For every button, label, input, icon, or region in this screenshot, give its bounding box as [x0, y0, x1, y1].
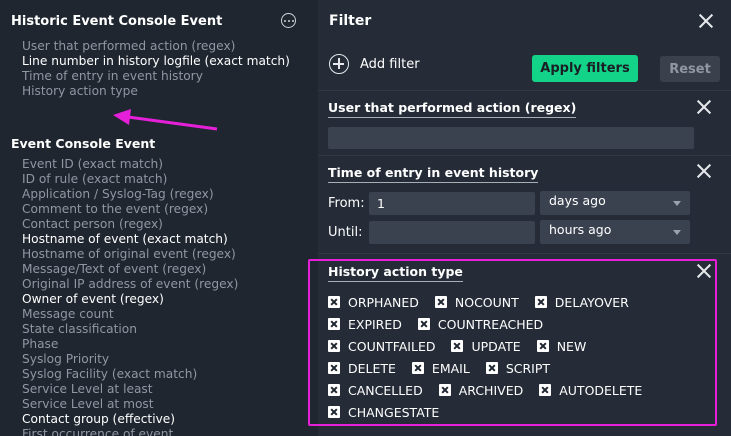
from-value-input[interactable]: 1	[369, 192, 535, 215]
filter-option[interactable]: State classification	[11, 322, 292, 337]
panel-title: Filter	[329, 13, 372, 29]
add-filter-button[interactable]: Add filter	[329, 54, 420, 74]
plus-icon	[329, 54, 349, 74]
chevron-down-icon	[673, 201, 681, 206]
divider	[318, 90, 731, 91]
remove-time-filter-icon[interactable]	[697, 164, 711, 178]
filter-option[interactable]: Message/Text of event (regex)	[11, 262, 292, 277]
divider	[318, 253, 731, 254]
event-group-title: Event Console Event	[11, 136, 156, 151]
filter-option[interactable]: Owner of event (regex)	[11, 292, 292, 307]
filter-option[interactable]: Message count	[11, 307, 292, 322]
filter-option[interactable]: Event ID (exact match)	[11, 157, 292, 172]
until-unit-value: hours ago	[549, 222, 612, 237]
filter-option[interactable]: History action type	[11, 84, 292, 99]
remove-user-filter-icon[interactable]	[697, 100, 711, 114]
until-value-input[interactable]	[369, 221, 535, 244]
filter-option[interactable]: ID of rule (exact match)	[11, 172, 292, 187]
filter-option[interactable]: Original IP address of event (regex)	[11, 277, 292, 292]
from-unit-value: days ago	[549, 193, 606, 208]
filter-option[interactable]: Hostname of event (exact match)	[11, 232, 292, 247]
add-filter-label: Add filter	[360, 56, 420, 72]
event-options-group: Event Console Event Event ID (exact matc…	[11, 136, 292, 436]
filter-option[interactable]: First occurrence of event	[11, 427, 292, 436]
filter-option[interactable]: Hostname of original event (regex)	[11, 247, 292, 262]
filter-option[interactable]: Time of entry in event history	[11, 69, 292, 84]
filter-option[interactable]: Service Level at most	[11, 397, 292, 412]
divider	[318, 155, 731, 156]
user-filter-title: User that performed action (regex)	[328, 100, 577, 118]
historic-group-title: Historic Event Console Event	[11, 14, 223, 29]
more-options-icon[interactable]	[281, 13, 296, 28]
filter-option[interactable]: Syslog Priority	[11, 352, 292, 367]
chevron-down-icon	[673, 230, 681, 235]
until-label: Until:	[328, 225, 363, 240]
close-panel-icon[interactable]	[699, 14, 713, 28]
filter-option[interactable]: Service Level at least	[11, 382, 292, 397]
filter-option[interactable]: User that performed action (regex)	[11, 39, 292, 54]
filter-option[interactable]: Application / Syslog-Tag (regex)	[11, 187, 292, 202]
from-unit-select[interactable]: days ago	[540, 191, 690, 215]
filter-option[interactable]: Syslog Facility (exact match)	[11, 367, 292, 382]
user-regex-input[interactable]	[328, 127, 694, 149]
from-label: From:	[328, 196, 365, 211]
until-unit-select[interactable]: hours ago	[540, 220, 690, 244]
filter-option[interactable]: Line number in history logfile (exact ma…	[11, 54, 292, 69]
highlight-box	[308, 259, 717, 426]
filter-selection-list: Historic Event Console Event User that p…	[0, 0, 318, 436]
filter-option[interactable]: Phase	[11, 337, 292, 352]
filter-option[interactable]: Comment to the event (regex)	[11, 202, 292, 217]
filter-option[interactable]: Contact person (regex)	[11, 217, 292, 232]
apply-filters-button[interactable]: Apply filters	[532, 55, 638, 82]
reset-button[interactable]: Reset	[660, 56, 720, 82]
historic-options-group: User that performed action (regex) Line n…	[11, 39, 292, 99]
time-filter-title: Time of entry in event history	[328, 165, 539, 183]
filter-option[interactable]: Contact group (effective)	[11, 412, 292, 427]
